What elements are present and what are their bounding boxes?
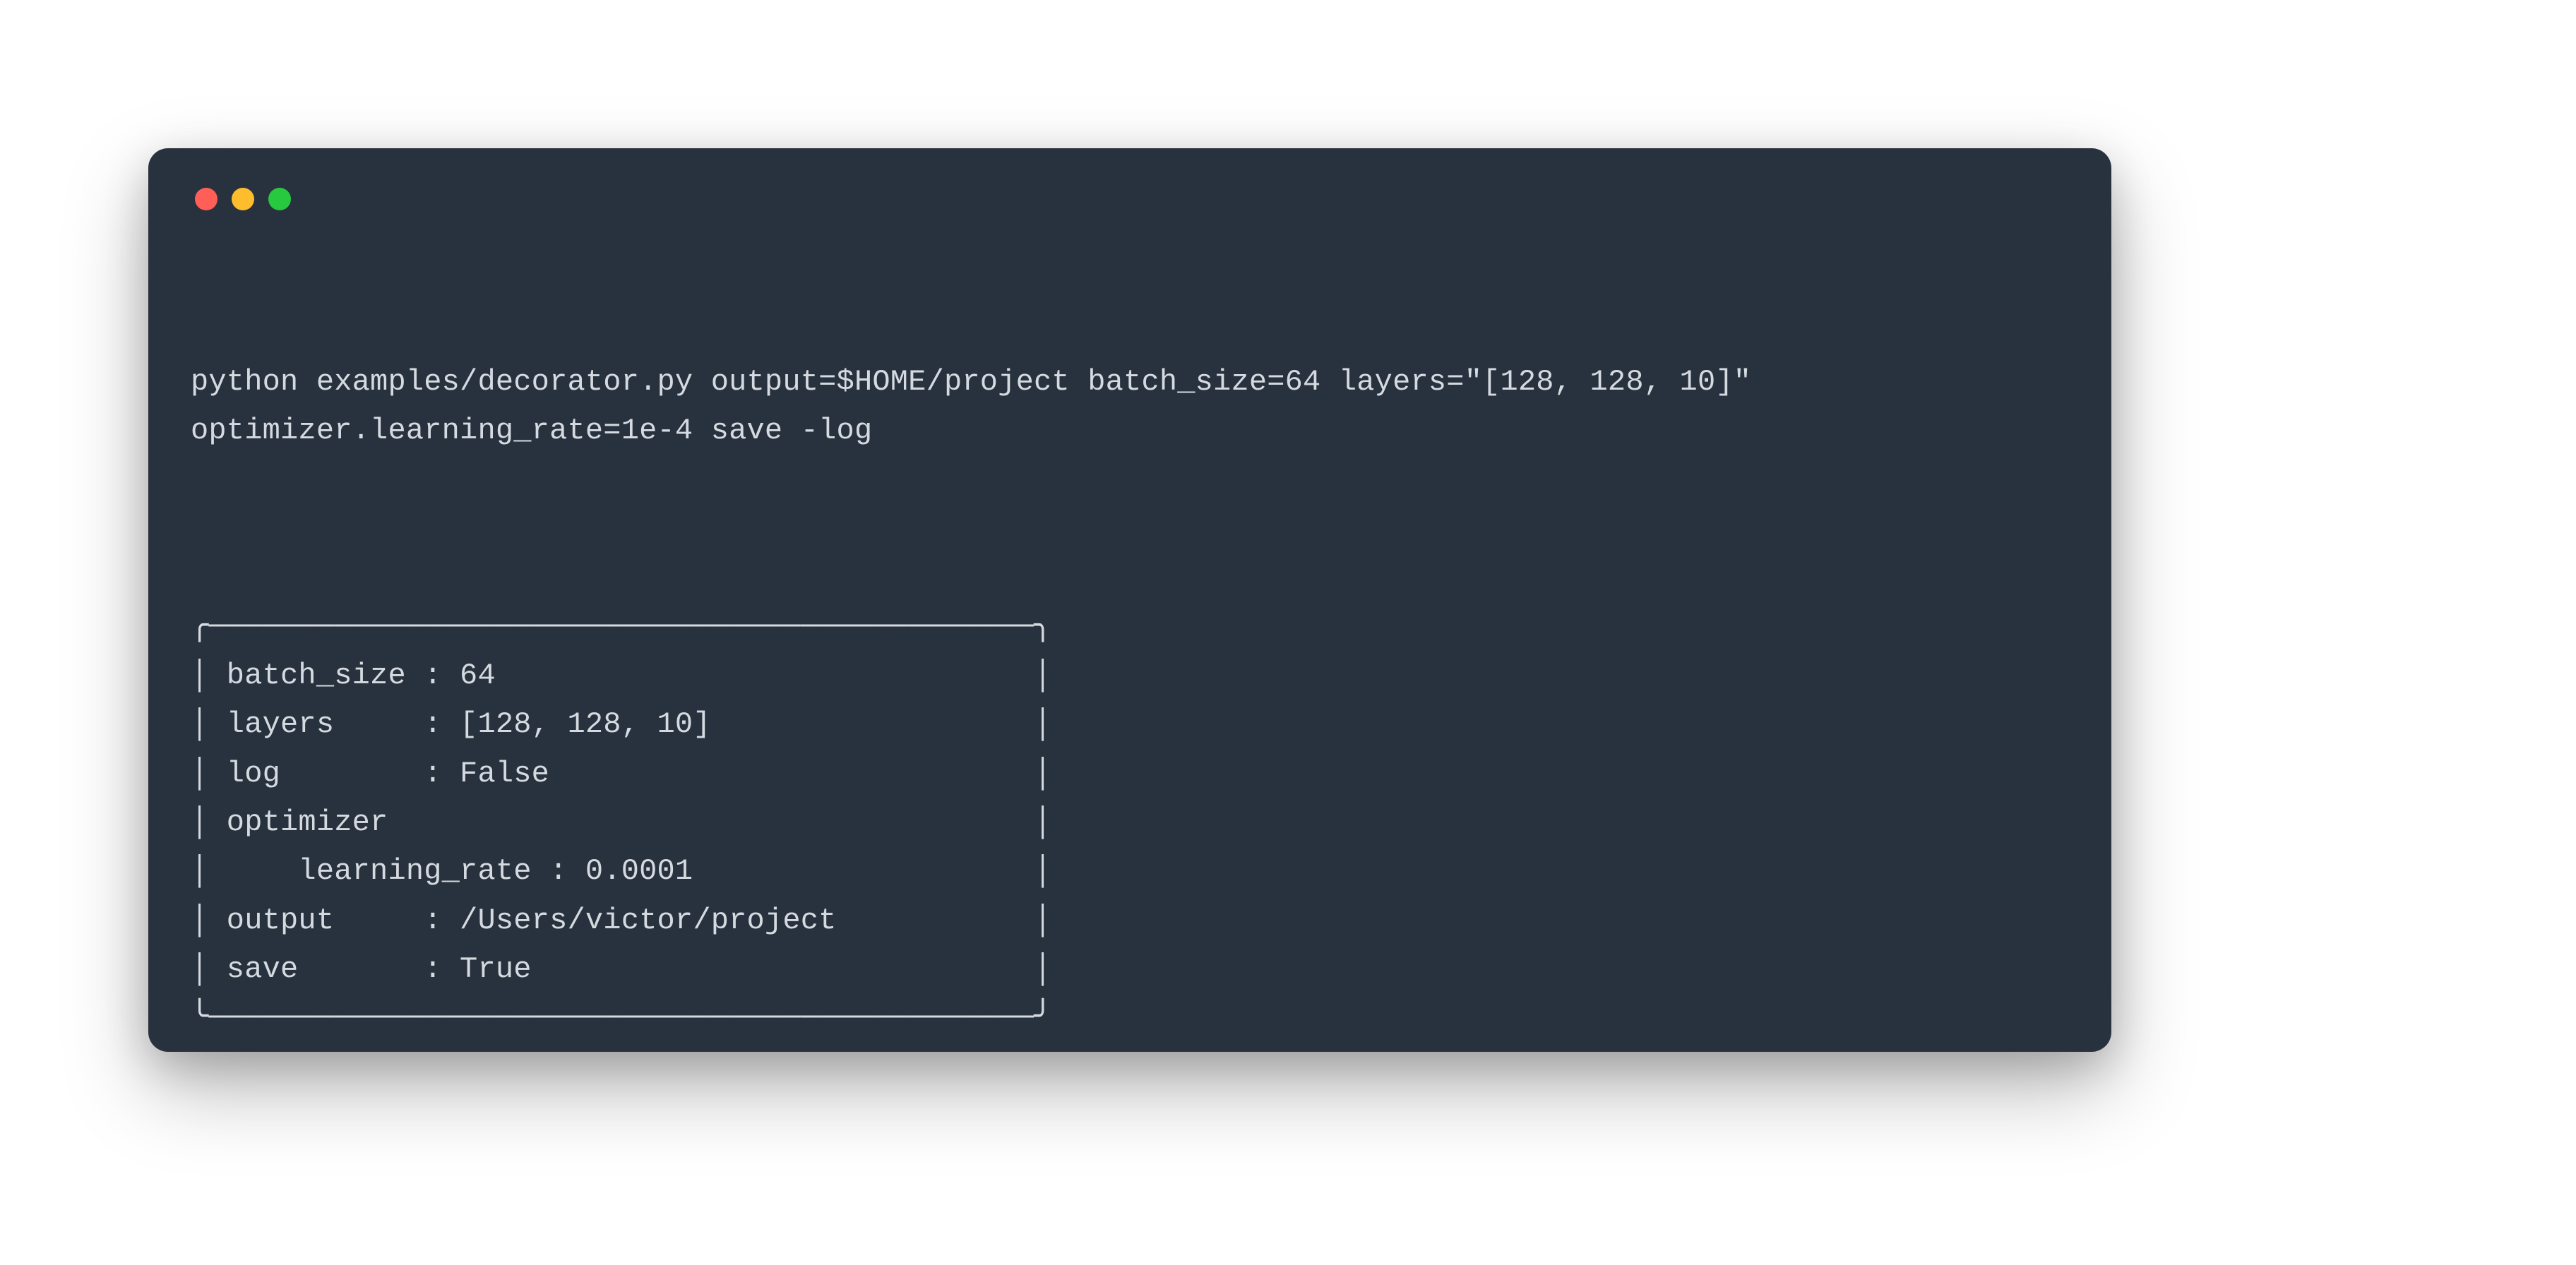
minimize-icon[interactable]	[232, 188, 254, 210]
terminal-content[interactable]: python examples/decorator.py output=$HOM…	[191, 260, 2069, 1141]
output-table: ╭───────────────────────────────────────…	[191, 603, 2069, 1043]
close-icon[interactable]	[195, 188, 217, 210]
window-titlebar	[191, 184, 2069, 210]
terminal-window: python examples/decorator.py output=$HOM…	[148, 148, 2111, 1052]
maximize-icon[interactable]	[268, 188, 291, 210]
command-line: python examples/decorator.py output=$HOM…	[191, 358, 2069, 456]
